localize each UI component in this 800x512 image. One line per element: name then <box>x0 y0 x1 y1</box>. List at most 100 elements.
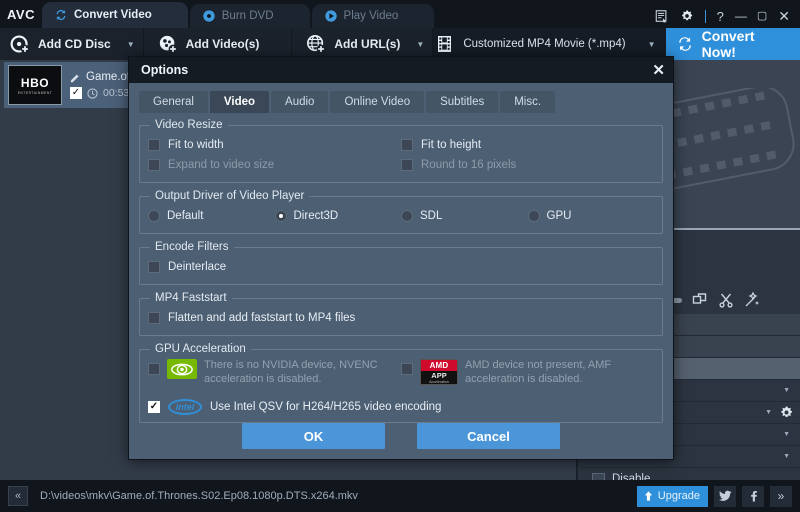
radio-default[interactable]: Default <box>148 210 275 222</box>
effects-wand-icon[interactable] <box>744 292 760 308</box>
application-window: AVC Convert Video Burn DVD Play Video ? … <box>0 0 800 512</box>
output-profile-label: Customized MP4 Movie (*.mp4) <box>463 38 626 50</box>
upgrade-label: Upgrade <box>657 490 700 502</box>
tab-burn-dvd[interactable]: Burn DVD <box>189 4 310 28</box>
titlebar: AVC Convert Video Burn DVD Play Video ? … <box>0 0 800 28</box>
checkbox-amd-amf: AMD APP Acceleration AMD device not pres… <box>401 359 654 387</box>
fit-to-width-checkbox[interactable] <box>148 139 160 151</box>
flatten-faststart-checkbox[interactable] <box>148 312 160 324</box>
chevron-down-icon-profile[interactable]: ▼ <box>648 40 656 49</box>
collapse-panel-button[interactable]: « <box>8 486 28 506</box>
tab-convert-video[interactable]: Convert Video <box>42 2 188 28</box>
thumbnail-title: HBO <box>20 75 50 90</box>
encode-filters-row: Deinterlace <box>148 257 654 277</box>
tab-audio-label: Audio <box>285 96 315 108</box>
radio-gpu[interactable]: GPU <box>527 210 655 222</box>
tab-subtitles-label: Subtitles <box>440 96 485 108</box>
maximize-button[interactable]: ▢ <box>757 10 767 22</box>
sdl-radio[interactable] <box>401 210 413 222</box>
output-driver-row: Default Direct3D SDL GPU <box>148 206 654 226</box>
intel-qsv-label: Use Intel QSV for H264/H265 video encodi… <box>210 401 442 413</box>
group-encode-filters: Encode Filters Deinterlace <box>139 241 663 285</box>
checkbox-nvidia-nvenc: There is no NVIDIA device, NVENC acceler… <box>148 359 401 387</box>
audio-settings-gear-icon[interactable] <box>779 405 794 420</box>
chevron-down-icon[interactable]: ▼ <box>127 40 135 49</box>
gpu-label: GPU <box>546 210 572 222</box>
edit-pencil-icon[interactable] <box>70 72 81 83</box>
chevron-down-icon-urls[interactable]: ▼ <box>416 40 424 49</box>
intel-qsv-checkbox[interactable]: ✓ <box>148 401 160 413</box>
add-cd-disc-label: Add CD Disc <box>38 37 111 51</box>
scissors-icon[interactable] <box>718 292 734 308</box>
file-thumbnail: HBO ENTERTAINMENT <box>8 65 62 105</box>
cancel-button[interactable]: Cancel <box>417 423 560 449</box>
radio-sdl[interactable]: SDL <box>401 210 528 222</box>
close-button[interactable]: ✕ <box>778 9 790 23</box>
twitter-icon <box>718 490 732 501</box>
nvidia-status-text: There is no NVIDIA device, NVENC acceler… <box>204 359 378 385</box>
tab-misc-label: Misc. <box>514 96 542 108</box>
chevron-down-icon-samplerate[interactable]: ▼ <box>783 431 790 438</box>
expand-panel-button[interactable]: » <box>770 485 792 507</box>
amd-amf-checkbox <box>401 363 413 375</box>
chevron-down-icon-codec[interactable]: ▼ <box>783 387 790 394</box>
checkbox-fit-to-width[interactable]: Fit to width <box>148 139 401 151</box>
minimize-button[interactable]: — <box>735 10 747 22</box>
checkbox-expand-to-video-size: Expand to video size <box>148 159 401 171</box>
round-to-16-pixels-checkbox <box>401 159 413 171</box>
add-cd-disc-button[interactable]: Add CD Disc ▼ <box>0 28 144 60</box>
checkbox-fit-to-height[interactable]: Fit to height <box>401 139 654 151</box>
deinterlace-checkbox[interactable] <box>148 261 160 273</box>
play-icon <box>324 10 337 22</box>
direct3d-radio[interactable] <box>274 210 287 222</box>
group-gpu-acceleration-legend: GPU Acceleration <box>155 343 246 355</box>
window-controls: ? — ▢ ✕ <box>654 9 800 28</box>
tab-audio[interactable]: Audio <box>271 91 329 113</box>
divider <box>704 9 706 23</box>
deinterlace-label: Deinterlace <box>168 261 227 273</box>
tab-play-video[interactable]: Play Video <box>311 4 435 28</box>
group-output-driver: Output Driver of Video Player Default Di… <box>139 190 663 234</box>
tab-misc[interactable]: Misc. <box>500 91 556 113</box>
help-icon[interactable]: ? <box>717 10 724 23</box>
direct3d-label: Direct3D <box>293 210 339 222</box>
crop-icon[interactable] <box>692 292 708 308</box>
ok-button[interactable]: OK <box>242 423 385 449</box>
amd-badge-sub: Acceleration <box>429 380 449 384</box>
nvidia-nvenc-checkbox <box>148 363 160 375</box>
output-path-label: D:\videos\mkv\Game.of.Thrones.S02.Ep08.1… <box>40 490 358 502</box>
dialog-title: Options <box>141 63 189 77</box>
expand-to-video-size-checkbox <box>148 159 160 171</box>
video-resize-row-2: Expand to video size Round to 16 pixels <box>148 155 654 175</box>
dialog-body: Video Resize Fit to width Fit to height … <box>129 113 673 423</box>
gpu-radio[interactable] <box>527 210 540 222</box>
group-encode-filters-legend: Encode Filters <box>155 241 229 253</box>
upgrade-button[interactable]: Upgrade <box>636 485 708 507</box>
dialog-close-icon[interactable]: ✕ <box>652 63 665 78</box>
facebook-icon <box>750 491 757 502</box>
dialog-titlebar: Options ✕ <box>129 57 673 83</box>
tab-play-video-label: Play Video <box>343 10 399 22</box>
twitter-button[interactable] <box>714 485 736 507</box>
tab-video[interactable]: Video <box>209 91 270 113</box>
radio-direct3d[interactable]: Direct3D <box>274 210 402 222</box>
tab-general[interactable]: General <box>139 91 208 113</box>
fit-to-height-checkbox[interactable] <box>401 139 413 151</box>
tab-online-video[interactable]: Online Video <box>330 91 425 113</box>
upload-arrow-icon <box>644 491 652 501</box>
tab-subtitles[interactable]: Subtitles <box>426 91 499 113</box>
default-radio[interactable] <box>148 210 160 222</box>
status-bar: « D:\videos\mkv\Game.of.Thrones.S02.Ep08… <box>0 480 800 512</box>
file-enabled-checkbox[interactable]: ✓ <box>70 87 82 99</box>
tab-convert-video-label: Convert Video <box>74 9 152 21</box>
chevron-down-icon-bitrate[interactable]: ▼ <box>765 409 772 416</box>
chevron-down-icon-channels[interactable]: ▼ <box>783 453 790 460</box>
gear-icon[interactable] <box>680 9 694 23</box>
facebook-button[interactable] <box>742 485 764 507</box>
convert-now-button[interactable]: Convert Now! <box>665 28 800 60</box>
list-icon[interactable] <box>654 9 669 23</box>
checkbox-flatten-faststart[interactable]: Flatten and add faststart to MP4 files <box>148 312 654 324</box>
group-video-resize-legend: Video Resize <box>155 119 223 131</box>
round-to-16-pixels-label: Round to 16 pixels <box>421 159 517 171</box>
checkbox-deinterlace[interactable]: Deinterlace <box>148 261 401 273</box>
